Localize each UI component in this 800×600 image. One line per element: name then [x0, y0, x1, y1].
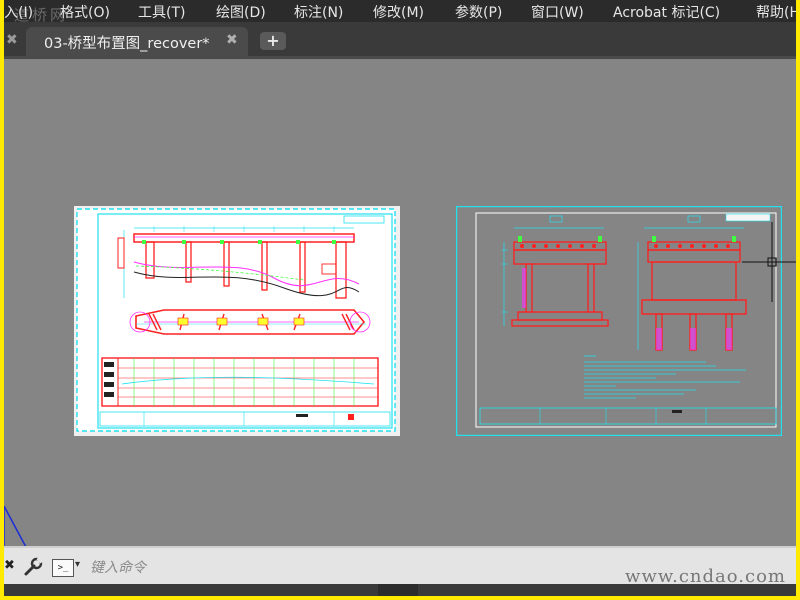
layout-sheet-elevation: [74, 206, 400, 436]
status-segment: [378, 584, 418, 596]
new-tab-button[interactable]: +: [260, 32, 286, 50]
menu-format[interactable]: 格式(O): [60, 2, 110, 22]
chevron-down-icon[interactable]: ▾: [75, 559, 80, 570]
file-tab-bar: ✖ 03-桥型布置图_recover* ✖ +: [4, 22, 796, 59]
command-close-icon[interactable]: ✖: [4, 558, 15, 573]
menu-help[interactable]: 帮助(H: [756, 2, 796, 22]
wrench-icon[interactable]: [22, 556, 44, 578]
menu-window[interactable]: 窗口(W): [531, 2, 584, 22]
menu-insert[interactable]: 入(I): [4, 2, 33, 22]
watermark-bottom-right: www.cndao.com: [625, 566, 786, 587]
menu-dimension[interactable]: 标注(N): [294, 2, 343, 22]
tab-document-label: 03-桥型布置图_recover*: [44, 36, 210, 52]
menu-acrobat-markup[interactable]: Acrobat 标记(C): [613, 2, 720, 22]
menu-tools[interactable]: 工具(T): [138, 2, 185, 22]
crosshair-cursor-icon: [742, 222, 796, 302]
close-icon[interactable]: ✖: [6, 32, 18, 48]
layout-sheet-cross-section: [456, 206, 782, 436]
menu-parametric[interactable]: 参数(P): [455, 2, 502, 22]
tab-document[interactable]: 03-桥型布置图_recover* ✖: [26, 27, 248, 56]
menu-bar: 道桥网 入(I) 格式(O) 工具(T) 绘图(D) 标注(N) 修改(M) 参…: [4, 0, 796, 24]
menu-draw[interactable]: 绘图(D): [216, 2, 266, 22]
autocad-window: 道桥网 入(I) 格式(O) 工具(T) 绘图(D) 标注(N) 修改(M) 参…: [4, 0, 796, 596]
command-prompt-icon[interactable]: >_: [52, 559, 74, 577]
drawing-canvas[interactable]: [4, 58, 796, 593]
tab-close-icon[interactable]: ✖: [226, 32, 238, 48]
menu-modify[interactable]: 修改(M): [373, 2, 424, 22]
